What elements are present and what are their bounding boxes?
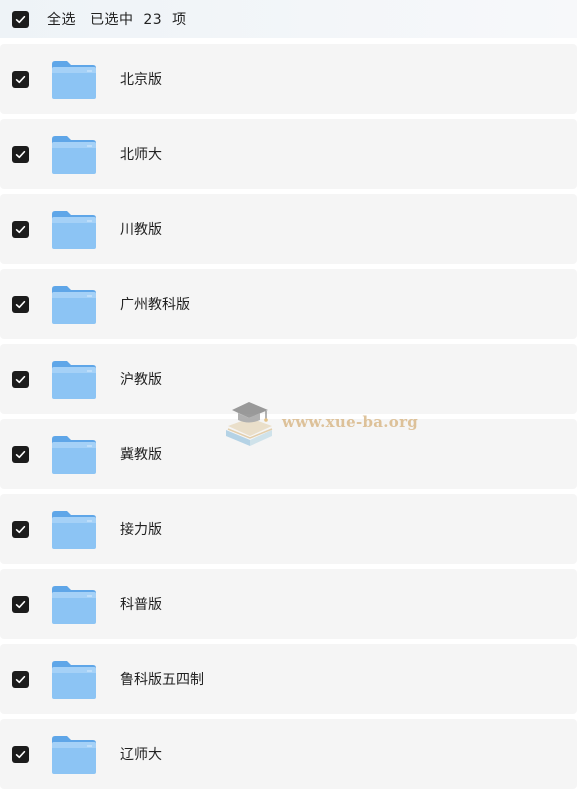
folder-icon xyxy=(50,209,98,251)
folder-row[interactable]: 鲁科版五四制 xyxy=(0,644,577,714)
folder-icon xyxy=(50,509,98,551)
folder-row[interactable]: 北师大 xyxy=(0,119,577,189)
folder-icon xyxy=(50,284,98,326)
folder-icon xyxy=(50,59,98,101)
folder-name: 广州教科版 xyxy=(120,297,190,313)
folder-row[interactable]: 广州教科版 xyxy=(0,269,577,339)
folder-name: 沪教版 xyxy=(120,372,162,388)
row-checkbox[interactable] xyxy=(12,145,29,163)
folder-row[interactable]: 接力版 xyxy=(0,494,577,564)
folder-row[interactable]: 沪教版 xyxy=(0,344,577,414)
row-checkbox[interactable] xyxy=(12,295,29,313)
folder-list: 北京版 北师大 川教版 广州教科版 沪教版 冀教版 接力版 科普版 鲁科版五四制… xyxy=(0,44,577,794)
folder-icon xyxy=(50,659,98,701)
row-checkbox[interactable] xyxy=(12,670,29,688)
select-all-label[interactable]: 全选 xyxy=(47,9,76,29)
select-all-checkbox[interactable] xyxy=(12,10,29,28)
folder-row[interactable]: 北京版 xyxy=(0,44,577,114)
folder-name: 冀教版 xyxy=(120,447,162,463)
checkmark-icon xyxy=(15,375,26,383)
checkmark-icon xyxy=(15,750,26,758)
checkmark-icon xyxy=(15,600,26,608)
selection-header: 全选 已选中 23 项 xyxy=(0,0,577,38)
checkmark-icon xyxy=(15,150,26,158)
checkmark-icon xyxy=(15,75,26,83)
folder-icon xyxy=(50,359,98,401)
row-checkbox[interactable] xyxy=(12,445,29,463)
folder-row[interactable]: 冀教版 xyxy=(0,419,577,489)
folder-row[interactable]: 川教版 xyxy=(0,194,577,264)
row-checkbox[interactable] xyxy=(12,70,29,88)
checkmark-icon xyxy=(15,225,26,233)
checkmark-icon xyxy=(15,300,26,308)
folder-icon xyxy=(50,734,98,776)
folder-row[interactable]: 科普版 xyxy=(0,569,577,639)
folder-icon xyxy=(50,434,98,476)
folder-icon xyxy=(50,134,98,176)
folder-row[interactable]: 辽师大 xyxy=(0,719,577,789)
folder-name: 北京版 xyxy=(120,72,162,88)
row-checkbox[interactable] xyxy=(12,370,29,388)
folder-name: 科普版 xyxy=(120,597,162,613)
folder-name: 辽师大 xyxy=(120,747,162,763)
folder-name: 北师大 xyxy=(120,147,162,163)
row-checkbox[interactable] xyxy=(12,745,29,763)
row-checkbox[interactable] xyxy=(12,520,29,538)
folder-name: 接力版 xyxy=(120,522,162,538)
checkmark-icon xyxy=(15,450,26,458)
checkmark-icon xyxy=(15,675,26,683)
row-checkbox[interactable] xyxy=(12,220,29,238)
folder-name: 鲁科版五四制 xyxy=(120,672,204,688)
checkmark-icon xyxy=(15,525,26,533)
checkmark-icon xyxy=(15,15,26,23)
row-checkbox[interactable] xyxy=(12,595,29,613)
selected-count-text: 已选中 23 项 xyxy=(90,12,187,28)
folder-icon xyxy=(50,584,98,626)
folder-name: 川教版 xyxy=(120,222,162,238)
